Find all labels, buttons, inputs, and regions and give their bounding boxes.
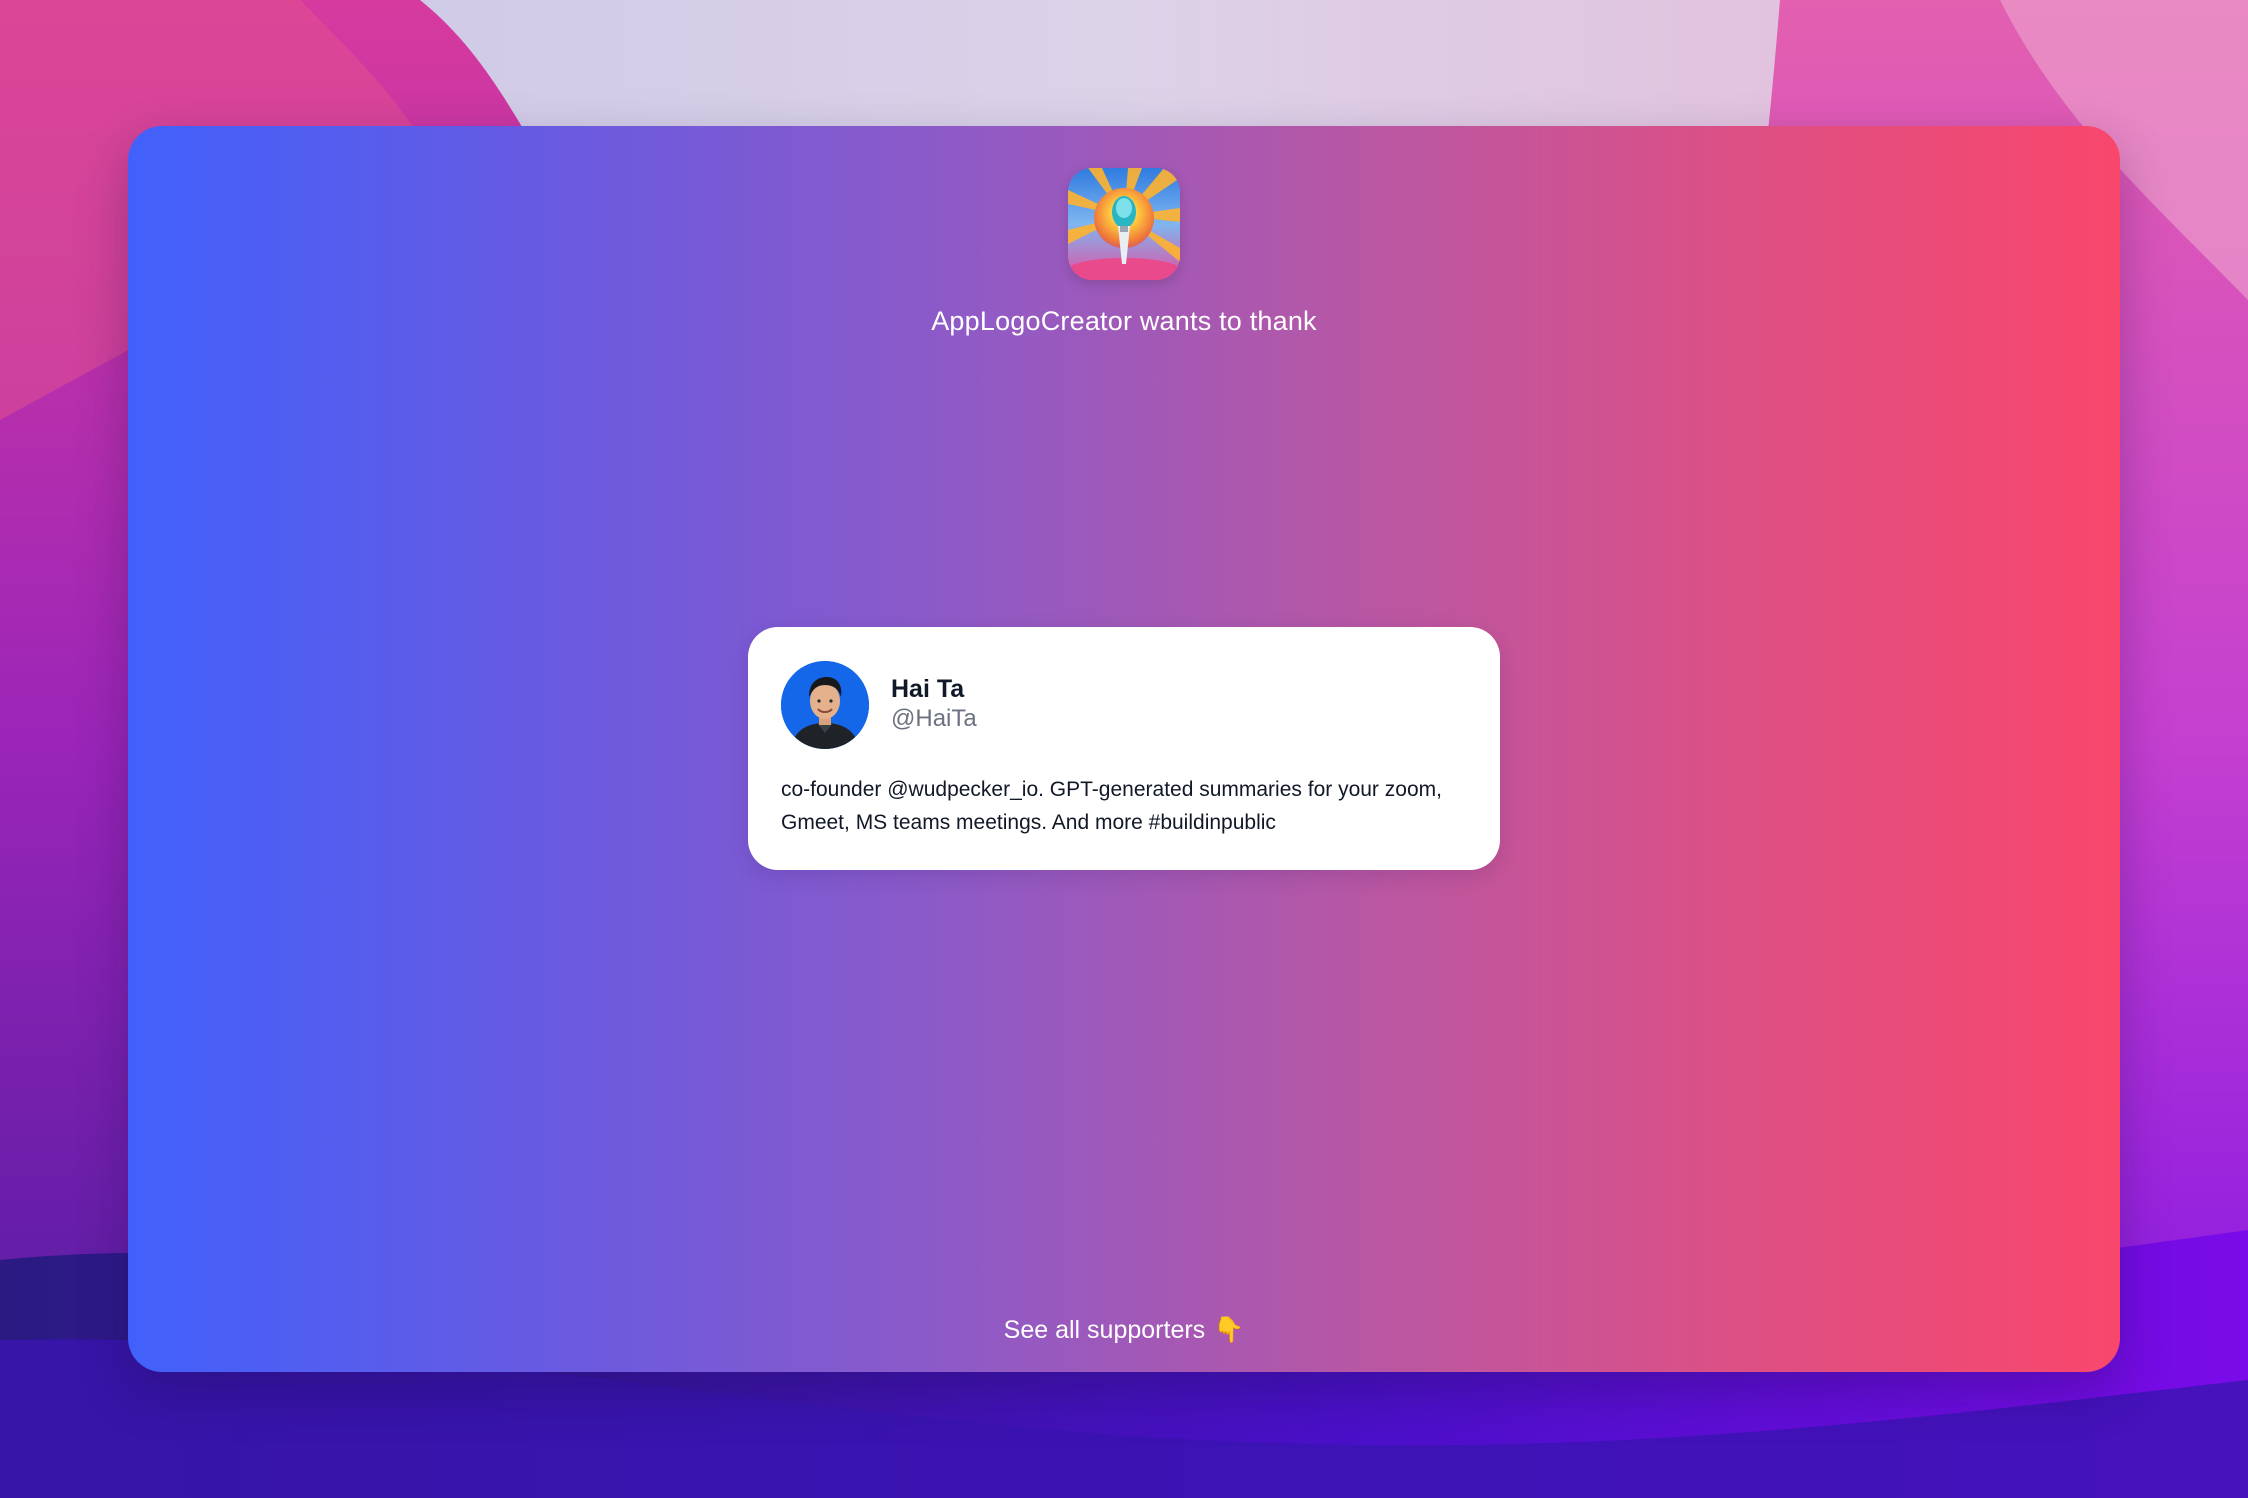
pointing-down-icon: 👇 — [1213, 1316, 1245, 1344]
supporter-card[interactable]: Hai Ta @HaiTa co-founder @wudpecker_io. … — [748, 627, 1500, 870]
thank-you-card: AppLogoCreator wants to thank Hai Ta @Ha… — [128, 126, 2120, 1372]
avatar[interactable] — [781, 661, 869, 749]
supporter-bio: co-founder @wudpecker_io. GPT-generated … — [781, 778, 1442, 834]
see-all-supporters-link[interactable]: See all supporters 👇 — [128, 1316, 2120, 1345]
app-logo — [1068, 168, 1180, 280]
page-title: AppLogoCreator wants to thank — [931, 306, 1317, 336]
see-all-label: See all supporters — [1003, 1316, 1206, 1344]
user-avatar — [781, 661, 869, 749]
supporter-name[interactable]: Hai Ta — [891, 675, 964, 704]
supporter-handle[interactable]: @HaiTa — [891, 705, 977, 733]
paintbrush-sunburst-icon — [1068, 168, 1180, 280]
